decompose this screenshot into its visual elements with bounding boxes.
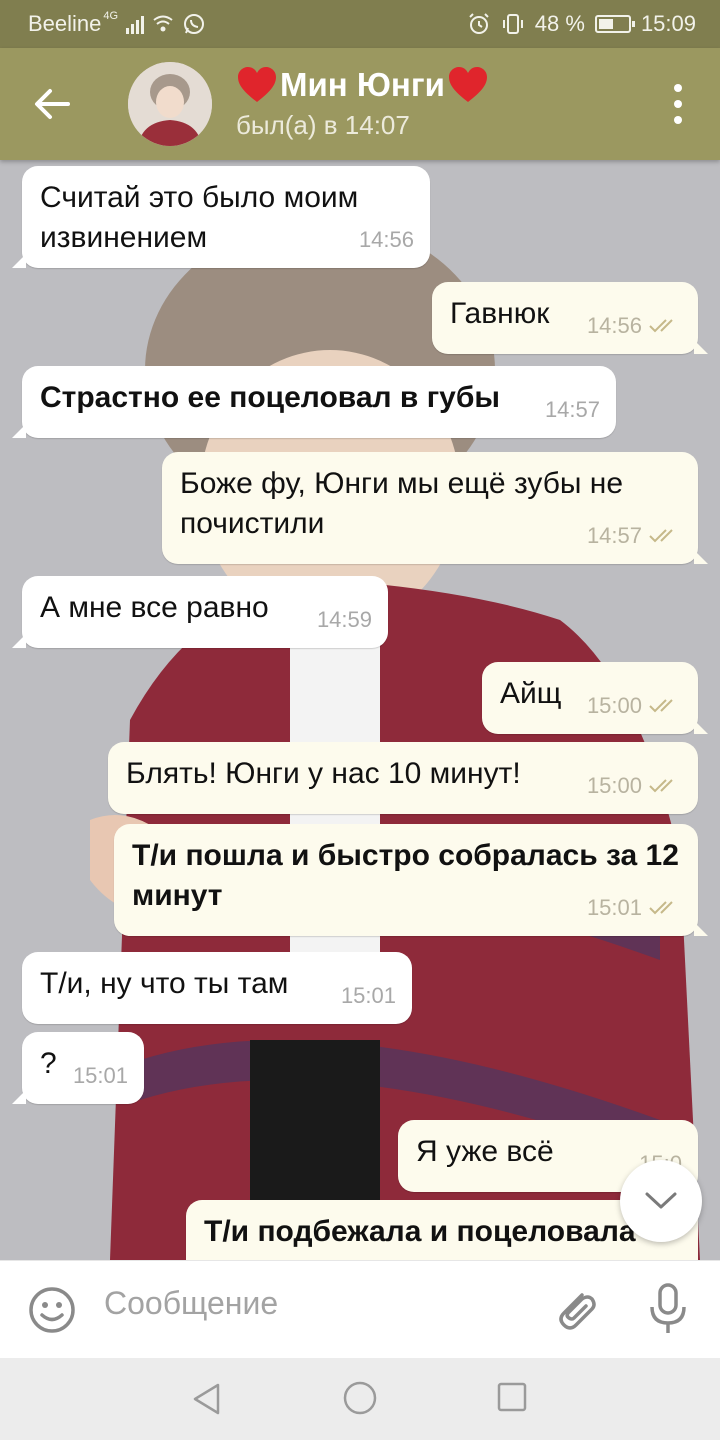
contact-name-text: Мин Юнги (280, 66, 445, 103)
arrow-left-icon (35, 89, 70, 119)
message-meta: 14:59 (317, 600, 372, 640)
message-text: Т/и подбежала и поцеловала (204, 1215, 636, 1248)
circle-home-icon (343, 1381, 377, 1415)
paperclip-icon (559, 1293, 596, 1330)
message-time: 14:57 (544, 397, 600, 422)
message-text: Страстно ее поцеловал в губы (40, 381, 501, 414)
attach-button[interactable] (552, 1285, 600, 1333)
nav-recents-button[interactable] (497, 1382, 527, 1412)
nav-home-button[interactable] (342, 1380, 378, 1416)
message-outgoing[interactable]: Боже фу, Юнги мы ещё зубы не почистили 1… (162, 452, 708, 564)
message-outgoing[interactable]: Гавнюк 14:56 (432, 282, 708, 354)
double-check-icon (649, 699, 673, 713)
voice-message-button[interactable] (644, 1283, 692, 1335)
alarm-icon (469, 13, 489, 34)
message-time: 15:00 (586, 693, 642, 718)
message-time: 15:01 (72, 1063, 128, 1088)
message-time: 15:00 (586, 773, 642, 798)
carrier-label: Beeline (28, 11, 102, 36)
microphone-icon (650, 1283, 686, 1333)
double-check-icon (649, 779, 673, 793)
double-check-icon (649, 901, 673, 915)
message-incoming[interactable]: Считай это было моим извинением 14:56 (12, 166, 430, 268)
message-meta: 15:01 (587, 888, 682, 928)
contact-name[interactable]: Мин Юнги (236, 66, 489, 104)
back-button[interactable] (24, 78, 80, 130)
network-type-label: 4G (103, 10, 119, 22)
message-meta: 14:57 (587, 516, 682, 556)
wifi-icon (153, 15, 173, 32)
status-right: 48 % 15:09 (467, 11, 696, 37)
message-meta: 15:01 (73, 1056, 128, 1096)
more-vertical-icon (674, 84, 682, 92)
double-check-icon (649, 319, 673, 333)
message-meta: 14:56 (587, 306, 682, 346)
clock: 15:09 (640, 11, 696, 36)
message-meta: 14:57 (545, 390, 600, 430)
signal-icon (126, 14, 145, 34)
vibrate-icon (502, 14, 523, 34)
message-outgoing[interactable]: Т/и пошла и быстро собралась за 12 минут… (114, 824, 708, 936)
whatsapp-icon (184, 14, 205, 34)
message-input[interactable]: Сообщение (104, 1285, 278, 1322)
message-incoming[interactable]: ? 15:01 (12, 1032, 144, 1104)
message-meta: 15:00 (587, 766, 682, 806)
avatar-image (128, 62, 212, 146)
square-recents-icon (497, 1382, 527, 1412)
scroll-to-bottom-button[interactable] (620, 1160, 702, 1242)
nav-back-button[interactable] (190, 1382, 224, 1416)
chat-area[interactable]: Считай это было моим извинением 14:56 Га… (0, 160, 720, 1260)
battery-icon (594, 15, 635, 33)
message-time: 14:56 (586, 313, 642, 338)
status-bar: Beeline 4G 48 % 15:09 (0, 0, 720, 48)
last-seen-status: был(а) в 14:07 (236, 110, 410, 140)
message-time: 15:01 (340, 983, 396, 1008)
message-time: 14:59 (316, 607, 372, 632)
chat-header: Мин Юнги был(а) в 14:07 (0, 48, 720, 160)
triangle-back-icon (193, 1383, 220, 1415)
system-nav-bar (0, 1358, 720, 1440)
chevron-down-icon (645, 1192, 677, 1209)
message-input-bar: Сообщение (0, 1260, 720, 1358)
smiley-icon (29, 1287, 75, 1333)
message-incoming[interactable]: Страстно ее поцеловал в губы 14:57 (12, 366, 616, 438)
message-meta: 14:56 (359, 220, 414, 260)
double-check-icon (649, 529, 673, 543)
message-incoming[interactable]: Т/и, ну что ты там 15:01 (22, 952, 412, 1024)
message-time: 14:56 (358, 227, 414, 252)
message-meta: 15:01 (341, 976, 396, 1016)
message-time: 14:57 (586, 523, 642, 548)
more-options-button[interactable] (666, 84, 690, 124)
message-time: 15:01 (586, 895, 642, 920)
battery-percent: 48 % (534, 11, 585, 36)
message-outgoing[interactable]: Блять! Юнги у нас 10 минут! 15:00 (108, 742, 698, 814)
contact-avatar[interactable] (128, 62, 212, 146)
message-incoming[interactable]: А мне все равно 14:59 (12, 576, 388, 648)
heart-icon (238, 67, 276, 102)
message-outgoing[interactable]: Айщ 15:00 (482, 662, 708, 734)
heart-icon (448, 67, 487, 102)
emoji-button[interactable] (28, 1286, 76, 1334)
message-meta: 15:00 (587, 686, 682, 726)
status-left: Beeline 4G (28, 10, 206, 37)
